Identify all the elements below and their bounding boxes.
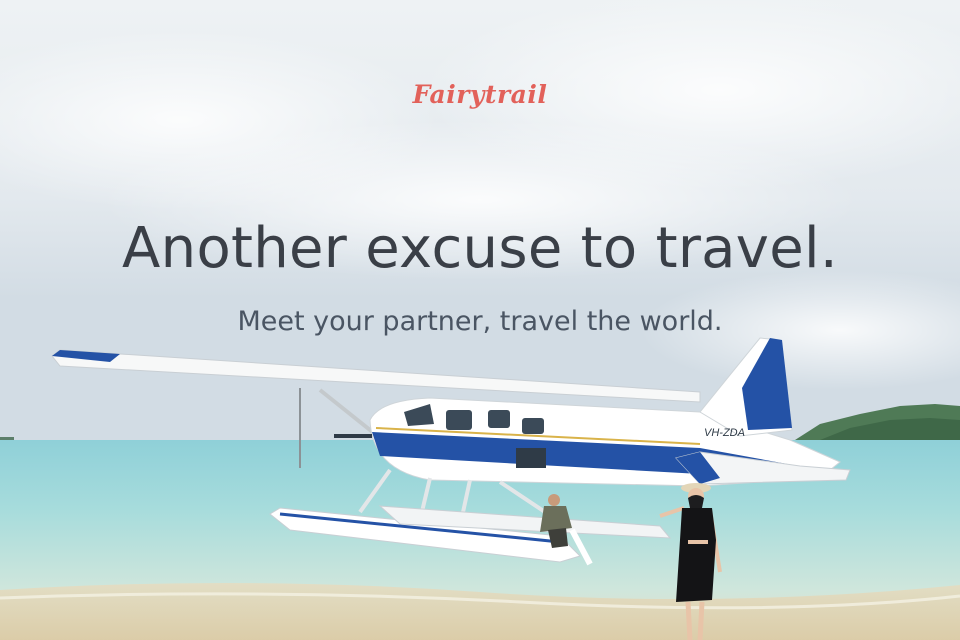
hero-subheadline: Meet your partner, travel the world.	[237, 306, 723, 337]
svg-text:VH-ZDA: VH-ZDA	[704, 427, 745, 439]
hero-banner: VH-ZDA Fairytrail Another excuse to trav…	[0, 0, 960, 640]
fairytrail-logo[interactable]: Fairytrail	[0, 80, 960, 109]
hero-headline: Another excuse to travel.	[122, 216, 838, 281]
